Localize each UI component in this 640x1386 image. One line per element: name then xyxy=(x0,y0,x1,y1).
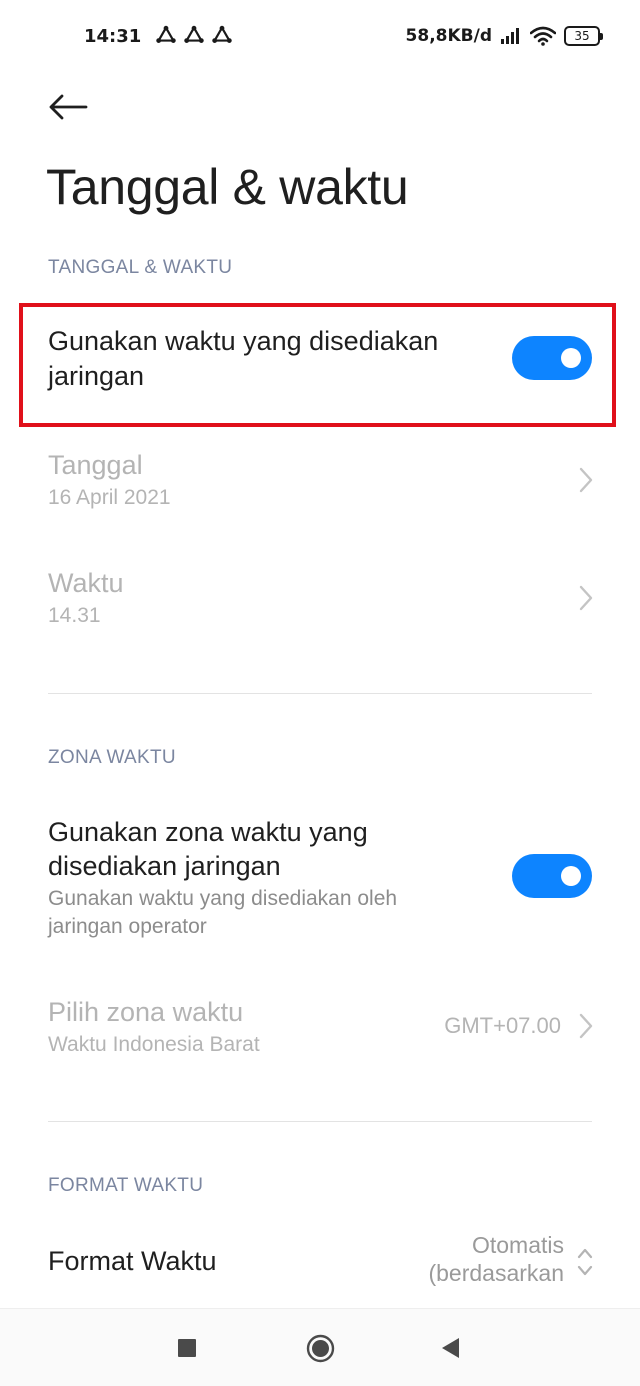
chevron-right-icon xyxy=(579,1013,593,1039)
square-icon[interactable] xyxy=(178,1339,196,1357)
select-zone-title: Pilih zona waktu xyxy=(48,997,244,1027)
network-speed: 58,8KB/d xyxy=(405,26,492,46)
chevron-up-down-icon xyxy=(577,1248,593,1276)
battery-icon: 35 xyxy=(564,26,603,46)
network-zone-subtitle-line2: jaringan operator xyxy=(48,915,207,938)
sync-icon xyxy=(156,25,177,43)
arrow-left-icon xyxy=(49,94,88,120)
sync-icon xyxy=(184,25,205,43)
back-button[interactable] xyxy=(48,88,92,126)
select-zone-value: GMT+07.00 xyxy=(444,1013,561,1038)
time-format-title: Format Waktu xyxy=(48,1246,217,1276)
section-header-time-format: FORMAT WAKTU xyxy=(48,1175,204,1196)
circle-icon[interactable] xyxy=(306,1334,335,1363)
wifi-icon xyxy=(530,26,556,46)
time-format-value-line2: (berdasarkan xyxy=(428,1260,564,1286)
date-value: 16 April 2021 xyxy=(48,486,171,509)
chevron-right-icon xyxy=(579,585,593,611)
network-zone-title-line1: Gunakan zona waktu yang xyxy=(48,817,368,847)
time-title: Waktu xyxy=(48,568,124,598)
toggle-knob xyxy=(561,866,581,886)
network-zone-title-line2: disediakan jaringan xyxy=(48,851,281,881)
time-format-setting[interactable]: Format Waktu Otomatis (berdasarkan xyxy=(0,1226,640,1308)
select-zone-subtitle: Waktu Indonesia Barat xyxy=(48,1033,260,1056)
section-divider xyxy=(48,693,592,694)
status-bar: 14:31 58,8KB/d 35 xyxy=(0,0,640,72)
sync-icon xyxy=(212,25,233,43)
signal-icon xyxy=(501,28,519,44)
network-zone-toggle[interactable] xyxy=(512,854,592,898)
highlight-box xyxy=(19,303,616,427)
time-format-value-line1: Otomatis xyxy=(471,1232,564,1258)
triangle-back-icon[interactable] xyxy=(440,1337,460,1359)
navigation-bar xyxy=(0,1308,640,1386)
date-setting[interactable]: Tanggal 16 April 2021 xyxy=(0,440,640,540)
select-zone-setting[interactable]: Pilih zona waktu Waktu Indonesia Barat G… xyxy=(0,986,640,1086)
section-header-date-time: TANGGAL & WAKTU xyxy=(48,257,233,278)
settings-screen: 14:31 58,8KB/d 35 Tanggal & waktu TANGGA… xyxy=(0,0,640,1386)
date-title: Tanggal xyxy=(48,450,143,480)
page-title: Tanggal & waktu xyxy=(46,159,409,215)
network-zone-subtitle-line1: Gunakan waktu yang disediakan oleh xyxy=(48,887,398,910)
battery-level: 35 xyxy=(574,29,590,43)
status-time: 14:31 xyxy=(84,25,142,47)
time-value: 14.31 xyxy=(48,604,101,627)
chevron-right-icon xyxy=(579,467,593,493)
section-divider xyxy=(48,1121,592,1122)
section-header-time-zone: ZONA WAKTU xyxy=(48,747,176,768)
network-zone-setting[interactable]: Gunakan zona waktu yang disediakan jarin… xyxy=(0,806,640,946)
time-setting[interactable]: Waktu 14.31 xyxy=(0,558,640,658)
